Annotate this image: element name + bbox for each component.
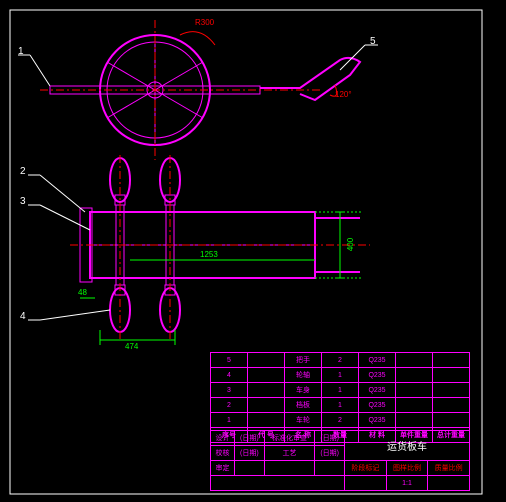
dim-length: 1253 [200,250,218,259]
scale-value: 1:1 [386,476,428,491]
bom-row: 3车身1Q235 [211,383,470,398]
bom-row: 1车轮2Q235 [211,413,470,428]
angle-radius: R300 [195,18,214,27]
leader-3: 3 [20,196,26,207]
title-block: 设计(日期) 标准化审查(日期) 运货板车 校核(日期) 工艺(日期) 审定 阶… [210,430,470,491]
dim-width: 474 [125,342,138,351]
leader-1: 1 [18,46,24,57]
leader-4: 4 [20,311,26,322]
angle-bend: 120° [335,90,352,99]
top-view [18,20,378,160]
leader-2: 2 [20,166,26,177]
bom-row: 4轮轴1Q235 [211,368,470,383]
front-view [28,155,370,345]
bom-row: 2档板1Q235 [211,398,470,413]
dim-overhang: 48 [78,288,87,297]
bom-row: 5把手2Q235 [211,353,470,368]
cad-canvas: 1 5 2 3 4 R300 120° 474 1253 48 400 5把手2… [0,0,506,502]
leader-5: 5 [370,36,376,47]
dim-height: 400 [346,238,355,251]
product-name: 运货板车 [345,431,470,461]
